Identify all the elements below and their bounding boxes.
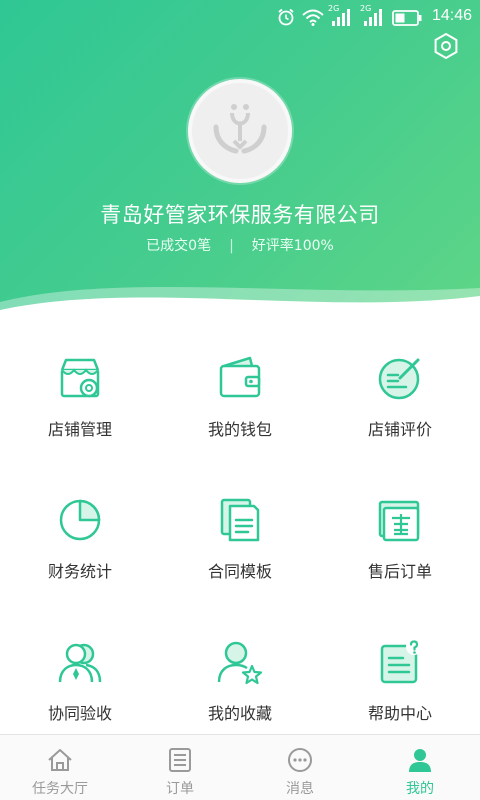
favorite-user-icon (217, 641, 263, 685)
wallet-icon (219, 356, 261, 398)
stats-separator: | (229, 238, 234, 254)
menu-label: 我的钱包 (207, 420, 272, 439)
profile-stats: 已成交0笔 | 好评率100% (0, 235, 480, 255)
pie-chart-icon (59, 499, 101, 541)
review-icon (378, 358, 420, 400)
avatar-logo-icon (213, 104, 267, 154)
menu-label: 售后订单 (367, 562, 432, 581)
after-sales-icon (378, 500, 420, 542)
home-icon (48, 749, 72, 771)
deals-count: 已成交0笔 (146, 238, 212, 254)
menu-label: 合同模板 (207, 562, 272, 581)
profile-header: 2G 2G 14:46 青岛好管家环保服务有限公司 已成交0笔 | 好评率100… (0, 0, 480, 330)
settings-icon[interactable] (432, 32, 460, 60)
tab-mine[interactable]: 我的 (360, 735, 480, 800)
help-icon (380, 639, 422, 684)
avatar[interactable] (188, 79, 292, 183)
document-icon (220, 498, 260, 542)
profile-icon (409, 749, 431, 772)
menu-item-wallet[interactable]: 我的钱包 (160, 340, 320, 480)
tab-orders[interactable]: 订单 (120, 735, 240, 800)
menu-item-contract-template[interactable]: 合同模板 (160, 482, 320, 622)
tab-label: 订单 (166, 781, 194, 797)
tab-label: 我的 (406, 781, 434, 797)
status-time: 14:46 (431, 7, 472, 24)
menu-item-store-management[interactable]: 店铺管理 (0, 340, 160, 480)
alarm-icon (278, 8, 294, 26)
menu-label: 店铺评价 (367, 420, 432, 439)
company-name: 青岛好管家环保服务有限公司 (100, 203, 380, 227)
menu-label: 帮助中心 (367, 704, 432, 723)
team-icon (58, 643, 102, 683)
menu-item-after-sales[interactable]: 售后订单 (320, 482, 480, 622)
status-bar: 2G 2G 14:46 (0, 0, 480, 34)
store-settings-icon (60, 358, 100, 398)
menu-item-store-review[interactable]: 店铺评价 (320, 340, 480, 480)
battery-icon (392, 10, 422, 26)
signal-icon (332, 9, 350, 26)
message-icon (288, 748, 312, 772)
menu-label: 财务统计 (47, 562, 112, 581)
tab-label: 任务大厅 (32, 781, 88, 797)
menu-item-finance-stats[interactable]: 财务统计 (0, 482, 160, 622)
signal-icon (364, 9, 382, 26)
rating: 好评率100% (251, 238, 334, 254)
bottom-tab-bar: 任务大厅 订单 消息 我的 (0, 734, 480, 800)
wifi-icon (302, 9, 324, 26)
header-wave (0, 286, 480, 330)
tab-messages[interactable]: 消息 (240, 735, 360, 800)
tab-task-hall[interactable]: 任务大厅 (0, 735, 120, 800)
menu-label: 协同验收 (47, 704, 112, 723)
menu-label: 店铺管理 (47, 420, 112, 439)
order-list-icon (169, 748, 191, 772)
tab-label: 消息 (286, 781, 314, 797)
menu-label: 我的收藏 (207, 704, 272, 723)
